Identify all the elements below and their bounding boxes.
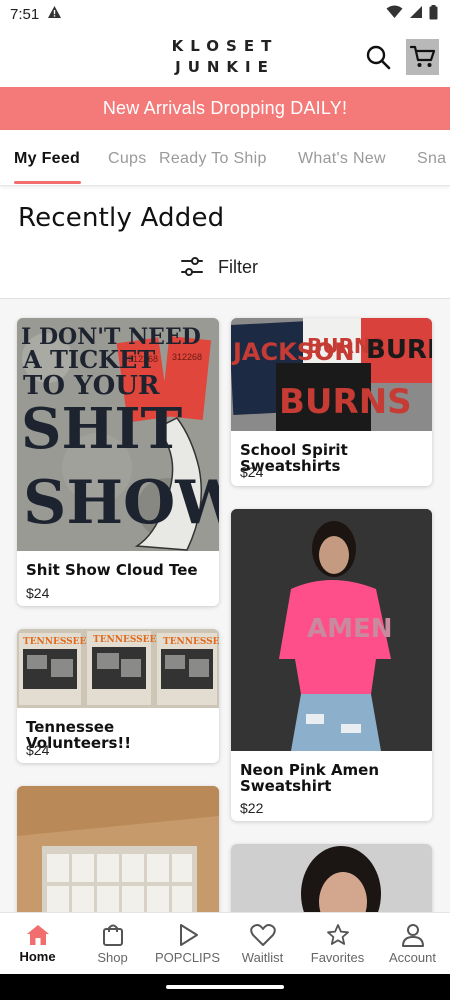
- home-gesture-handle[interactable]: [166, 985, 284, 989]
- star-icon: [326, 924, 349, 945]
- section-title: Recently Added: [18, 203, 225, 233]
- logo-line-2: JUNKIE: [175, 58, 275, 76]
- nav-label: POPCLIPS: [154, 950, 221, 965]
- status-time: 7:51: [10, 5, 40, 23]
- cart-button[interactable]: [406, 39, 439, 75]
- product-card[interactable]: 312268 312268 I DON'T NEED A TICKET TO Y…: [17, 318, 219, 606]
- nav-account[interactable]: Account: [375, 913, 450, 975]
- nav-label: Shop: [97, 950, 128, 965]
- nav-label: Favorites: [310, 950, 365, 965]
- app-header: KLOSET JUNKIE: [0, 28, 450, 86]
- logo-line-1: KLOSET: [171, 37, 279, 55]
- product-image: [231, 844, 432, 912]
- alert-icon: [47, 5, 62, 23]
- nav-label: Home: [19, 949, 56, 964]
- promo-banner[interactable]: New Arrivals Dropping DAILY!: [0, 87, 450, 130]
- tab-snacks[interactable]: Sna: [417, 150, 446, 168]
- nav-label: Waitlist: [241, 950, 284, 965]
- product-grid: 312268 312268 I DON'T NEED A TICKET TO Y…: [0, 299, 450, 912]
- play-icon: [179, 924, 198, 946]
- product-image-text: TENNESSEE: [23, 637, 87, 647]
- product-image: AMEN: [231, 509, 432, 751]
- system-gesture-bar: [0, 974, 450, 1000]
- nav-home[interactable]: Home: [0, 913, 75, 975]
- filter-button[interactable]: Filter: [180, 254, 258, 280]
- brand-logo[interactable]: KLOSET JUNKIE: [165, 36, 285, 78]
- active-tab-indicator: [14, 181, 81, 184]
- product-title: School Spirit Sweatshirts: [240, 441, 348, 475]
- promo-text: New Arrivals Dropping DAILY!: [102, 98, 348, 118]
- product-image-text: A TICKET: [22, 345, 155, 374]
- shopping-bag-icon: [102, 924, 123, 946]
- nav-shop[interactable]: Shop: [75, 913, 150, 975]
- product-price: $22: [240, 800, 264, 816]
- nav-waitlist[interactable]: Waitlist: [225, 913, 300, 975]
- product-image-text: AMEN: [307, 614, 393, 644]
- home-icon: [26, 925, 49, 945]
- bottom-nav: Home Shop POPCLIPS Waitlist Favorites Ac…: [0, 912, 450, 974]
- sliders-icon: [181, 257, 203, 276]
- product-image: 312268 312268 I DON'T NEED A TICKET TO Y…: [17, 318, 219, 551]
- category-tabs: My Feed Cups Ready To Ship What's New Sn…: [0, 130, 450, 186]
- tab-cups[interactable]: Cups: [108, 150, 147, 168]
- nav-label: Account: [389, 950, 436, 965]
- person-icon: [401, 924, 424, 947]
- nav-popclips[interactable]: POPCLIPS: [150, 913, 225, 975]
- product-card[interactable]: TENNESSEE TENNESSEE TENNESSEE Tennessee …: [17, 629, 219, 763]
- heart-icon: [249, 924, 276, 946]
- product-image-text: BURNS: [366, 335, 432, 365]
- product-title: Neon Pink Amen Sweatshirt: [240, 761, 380, 795]
- product-image-text: TENNESSEE: [93, 635, 157, 645]
- product-image-text: SHIT: [21, 396, 183, 462]
- product-image-text: SHOW: [23, 468, 219, 538]
- product-title: Tennessee Volunteers!!: [26, 718, 132, 752]
- nav-favorites[interactable]: Favorites: [300, 913, 375, 975]
- product-image: JACKSON BURNS BURNS BURNS: [231, 318, 432, 431]
- wifi-icon: [386, 5, 403, 23]
- product-image: TENNESSEE TENNESSEE TENNESSEE: [17, 629, 219, 708]
- product-image-text: BURNS: [279, 382, 412, 422]
- filter-label: Filter: [218, 256, 258, 277]
- product-image: [17, 786, 219, 912]
- signal-icon: [409, 5, 423, 23]
- search-icon: [366, 45, 391, 70]
- search-button[interactable]: [362, 41, 394, 73]
- status-bar: 7:51: [0, 0, 450, 28]
- battery-icon: [429, 4, 438, 24]
- product-price: $24: [26, 742, 50, 758]
- tab-whats-new[interactable]: What's New: [298, 150, 386, 168]
- product-card[interactable]: [17, 786, 219, 912]
- product-image-text: TENNESSEE: [163, 637, 219, 647]
- cart-icon: [409, 45, 435, 67]
- product-title: Shit Show Cloud Tee: [26, 561, 198, 579]
- product-price: $24: [240, 464, 264, 480]
- product-card[interactable]: [231, 844, 432, 912]
- product-price: $24: [26, 585, 50, 601]
- svg-text:312268: 312268: [172, 352, 202, 362]
- product-card[interactable]: AMEN Neon Pink Amen Sweatshirt $22: [231, 509, 432, 821]
- product-card[interactable]: JACKSON BURNS BURNS BURNS School Spirit …: [231, 318, 432, 486]
- tab-ready-to-ship[interactable]: Ready To Ship: [159, 150, 267, 168]
- tab-my-feed[interactable]: My Feed: [14, 150, 80, 168]
